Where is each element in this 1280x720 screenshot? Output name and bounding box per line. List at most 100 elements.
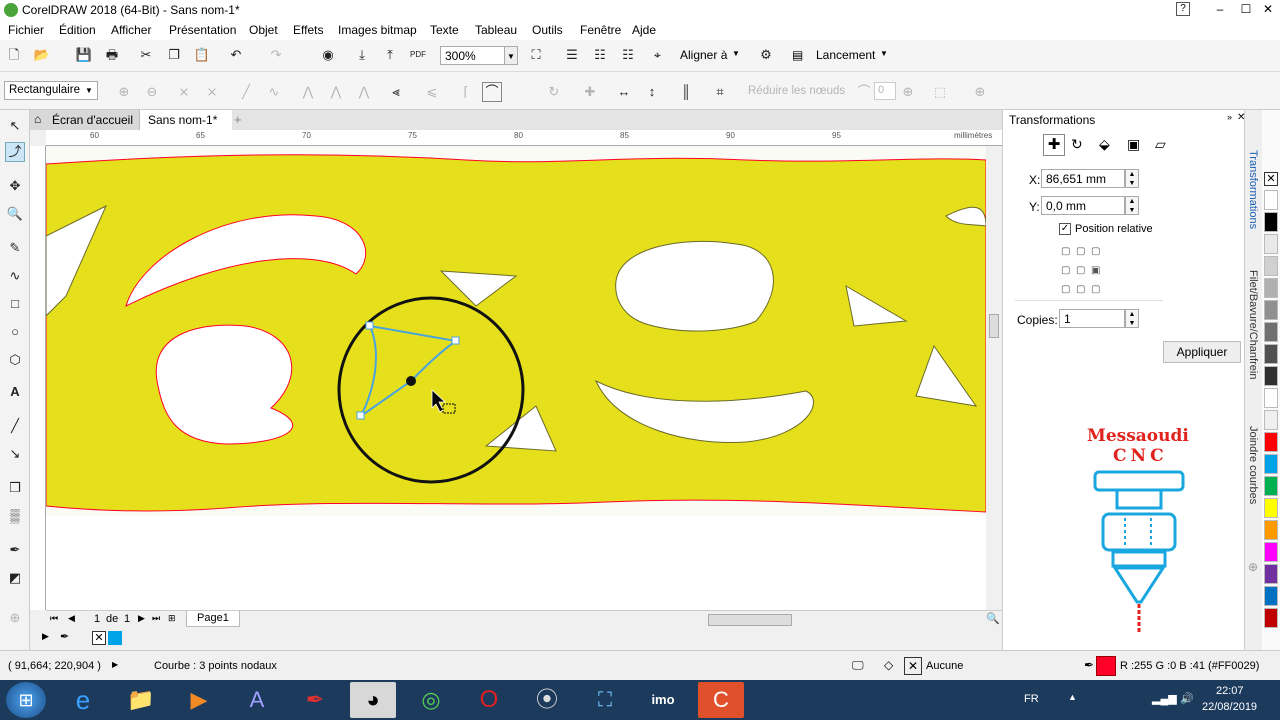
to-line-icon[interactable]: ╱ [236,82,256,102]
zoom-tool-icon[interactable]: 🔍 [5,204,25,224]
align-nodes-icon[interactable]: ↔ [614,82,634,102]
smoothness-field[interactable]: 0 [874,82,896,100]
media-taskbar-icon[interactable]: ▶ [176,682,222,718]
palette-swatch[interactable] [1264,520,1278,540]
apply-button[interactable]: Appliquer [1163,341,1241,363]
zoom-dropdown-icon[interactable]: ▼ [504,46,518,65]
launch-dropdown[interactable]: ▤ Lancement ▼ [792,48,896,66]
break-curve-icon[interactable]: ⨯ [202,82,222,102]
docker-tab-join-curves[interactable]: Joindre courbes [1247,426,1259,504]
page-tab[interactable]: Page1 [186,611,240,627]
open-folder-icon[interactable]: 📂 [32,45,52,65]
palette-swatch[interactable] [1264,366,1278,386]
volume-icon[interactable]: 🔊 [1180,692,1194,705]
text-tool-icon[interactable]: A [5,382,25,402]
cut-icon[interactable]: ✂ [136,45,156,65]
palette-swatch[interactable] [1264,454,1278,474]
freehand-tool-icon[interactable]: ✎ [5,238,25,258]
import-icon[interactable]: ⤓ [352,45,372,65]
menu-aide[interactable]: Ajde [632,23,656,37]
redo-icon[interactable]: ↷ [266,45,286,65]
bounding-box-icon[interactable]: ⬚ [930,82,950,102]
add-docker-icon[interactable]: ⊕ [1248,560,1258,574]
eyedropper-icon[interactable]: ✒ [5,540,25,560]
outline-pen-icon[interactable]: ✒ [1084,658,1094,672]
zoom-fit-icon[interactable]: 🔍 [986,612,1000,625]
fill-icon[interactable]: ◇ [884,658,893,672]
scroll-thumb[interactable] [989,314,999,338]
opera-taskbar-icon[interactable]: O [466,682,512,718]
show-guidelines-icon[interactable]: ☷ [618,45,638,65]
y-spinner[interactable]: ▲ ▼ [1125,196,1139,215]
shape-tool-icon[interactable]: ⤴ [5,142,25,162]
help-icon[interactable]: ? [1176,2,1190,16]
polygon-tool-icon[interactable]: ⬡ [5,350,25,370]
fill-none-swatch[interactable]: ✕ [904,657,922,675]
tab-document[interactable]: Sans nom-1* [140,110,232,130]
palette-menu-icon[interactable]: ▶ [42,631,49,642]
extend-curve-icon[interactable]: ⩽ [422,82,442,102]
color-proof-icon[interactable]: 🖵 [852,658,864,673]
print-icon[interactable]: 🖶 [102,45,122,65]
undo-icon[interactable]: ↶ [226,45,246,65]
menu-images-bitmap[interactable]: Images bitmap [338,23,417,37]
palette-swatch[interactable] [1264,410,1278,430]
new-tab-icon[interactable]: + [234,112,242,127]
slides-taskbar-icon[interactable]: C [698,682,744,718]
x-position-field[interactable]: 86,651 mm [1041,169,1125,188]
anchor-grid[interactable]: ▢ ▢ ▢ ▢ ▢ ▣ ▢ ▢ ▢ [1061,242,1117,295]
palette-swatch[interactable] [1264,212,1278,232]
rotate-nodes-icon[interactable]: ✚ [580,82,600,102]
coreldraw-taskbar-icon[interactable]: A [234,682,280,718]
active-app-taskbar-icon[interactable]: ◕ [350,682,396,718]
ie-taskbar-icon[interactable]: e [60,682,106,718]
first-page-icon[interactable]: ⏮ [50,613,58,624]
docker-tab-fillet[interactable]: Filet/Bavure/Chanfrein [1247,270,1259,379]
smooth-node-icon[interactable]: ⋀ [326,82,346,102]
show-rulers-icon[interactable]: ☰ [562,45,582,65]
delete-node-icon[interactable]: ⊖ [142,82,162,102]
y-position-field[interactable]: 0,0 mm [1041,196,1125,215]
docker-expand-icon[interactable]: » [1227,112,1232,122]
ellipse-tool-icon[interactable]: ○ [5,322,25,342]
no-color-swatch[interactable]: ✕ [1264,172,1278,186]
zoom-level-field[interactable]: 300% [440,46,512,65]
minimize-button[interactable]: – [1210,0,1230,20]
palette-swatch[interactable] [1264,278,1278,298]
elastic-mode-icon[interactable]: ║ [676,82,696,102]
to-curve-icon[interactable]: ∿ [264,82,284,102]
selection-mode-select[interactable]: Rectangulaire [4,81,98,100]
close-button[interactable]: ✕ [1258,0,1278,20]
cusp-node-icon[interactable]: ⋀ [298,82,318,102]
vertical-scrollbar[interactable] [986,146,1002,610]
imo-taskbar-icon[interactable]: imo [640,682,686,718]
palette-swatch[interactable] [1264,586,1278,606]
extract-subpath-icon[interactable]: ⌈ [456,82,476,102]
add-tool-icon[interactable]: ⊕ [970,82,990,102]
parallel-dimension-icon[interactable]: ╱ [5,416,25,436]
palette-swatch[interactable] [1264,234,1278,254]
symmetric-node-icon[interactable]: ⋀ [354,82,374,102]
maximize-button[interactable]: ☐ [1236,0,1256,20]
outline-color-swatch[interactable] [1096,656,1116,676]
recorder-taskbar-icon[interactable]: ⦿ [524,682,570,718]
menu-objet[interactable]: Objet [249,23,278,37]
select-all-nodes-icon[interactable]: ⌗ [710,82,730,102]
publish-pdf-icon[interactable]: PDF [408,45,428,65]
menu-afficher[interactable]: Afficher [111,23,151,37]
rotate-mode-icon[interactable]: ↻ [1071,136,1083,153]
palette-swatch[interactable] [1264,300,1278,320]
drawing-canvas[interactable] [46,146,986,610]
add-node-icon[interactable]: ⊕ [114,82,134,102]
network-app-taskbar-icon[interactable]: ◎ [408,682,454,718]
menu-fichier[interactable]: Fichier [8,23,44,37]
palette-swatch[interactable] [1264,564,1278,584]
add-page-icon[interactable]: ⊞ [168,613,176,624]
paste-icon[interactable]: 📋 [192,45,212,65]
explorer-taskbar-icon[interactable]: 📁 [118,682,164,718]
pick-tool-icon[interactable]: ↖ [5,116,25,136]
prev-page-icon[interactable]: ◀ [68,613,75,624]
close-curve-icon[interactable]: ⌒ [482,82,502,102]
x-spinner[interactable]: ▲ ▼ [1125,169,1139,188]
save-icon[interactable]: 💾 [74,45,94,65]
